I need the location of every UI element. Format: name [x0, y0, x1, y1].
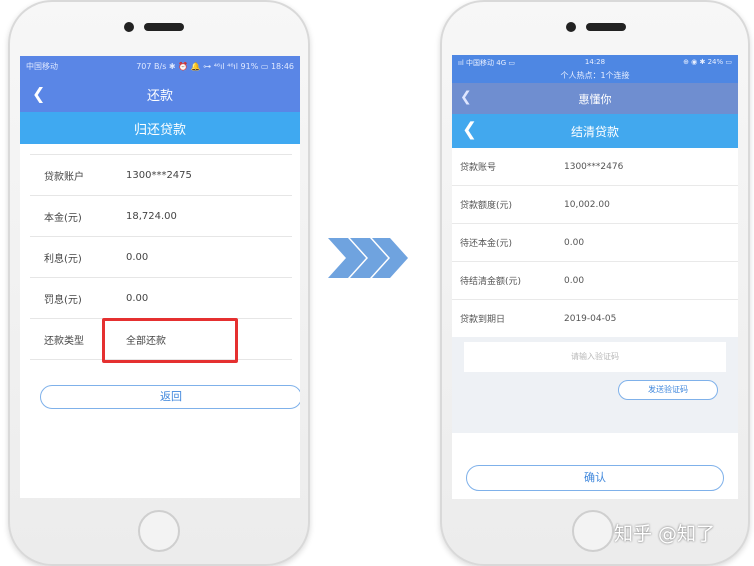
row-value: 0.00: [126, 292, 149, 304]
section-title: 结清贷款: [570, 124, 619, 139]
list-item: 贷款到期日 2019-04-05: [452, 300, 738, 338]
right-app-bar: ❮ 惠懂你: [452, 83, 738, 114]
row-label: 贷款到期日: [460, 315, 506, 325]
return-button[interactable]: 返回: [40, 385, 300, 409]
confirm-button[interactable]: 确认: [466, 465, 724, 491]
app-title: 惠懂你: [578, 92, 612, 106]
camera-dot-icon: [566, 22, 576, 32]
send-code-button[interactable]: 发送验证码: [618, 380, 718, 400]
row-value: 0.00: [564, 237, 585, 248]
list-item: 待结清金额(元) 0.00: [452, 262, 738, 300]
right-sub-bar: ❮ 结清贷款: [452, 114, 738, 148]
left-screen: 中国移动 707 B/s ✱ ⏰ 🔔 ⊶ ⁴⁶ıl ⁴⁶ıl 91% ▭ 18:…: [20, 56, 300, 498]
watermark: 知乎 @知了: [614, 523, 716, 545]
home-button[interactable]: [138, 510, 180, 552]
left-sub-bar: 归还贷款: [20, 112, 300, 144]
row-label: 罚息(元): [44, 294, 82, 306]
right-status-bar: ııl 中国移动 4G ▭ 14:28 ⊕ ◉ ✱ 24% ▭ 个人热点：1个连…: [452, 55, 738, 83]
list-item: 罚息(元) 0.00: [30, 278, 292, 319]
right-status-right: ⊕ ◉ ✱ 24% ▭: [683, 58, 732, 66]
camera-dot-icon: [124, 22, 134, 32]
row-value: 0.00: [126, 251, 149, 263]
speaker-icon: [144, 23, 184, 31]
row-label: 贷款额度(元): [460, 201, 513, 211]
right-screen: ııl 中国移动 4G ▭ 14:28 ⊕ ◉ ✱ 24% ▭ 个人热点：1个连…: [452, 55, 738, 499]
page-title: 还款: [146, 88, 173, 104]
row-value: 10,002.00: [564, 199, 610, 210]
left-app-bar: ❮ 还款: [20, 76, 300, 112]
left-status-right: 707 B/s ✱ ⏰ 🔔 ⊶ ⁴⁶ıl ⁴⁶ıl 91% ▭ 18:46: [136, 61, 294, 71]
row-value: 0.00: [564, 275, 585, 286]
list-item: 利息(元) 0.00: [30, 237, 292, 278]
back-chevron-icon[interactable]: ❮: [462, 119, 477, 140]
list-item: 贷款账户 1300***2475: [30, 155, 292, 196]
row-label: 本金(元): [44, 212, 82, 224]
row-label: 贷款账户: [44, 171, 84, 183]
row-value: 18,724.00: [126, 210, 177, 222]
left-carrier: 中国移动: [26, 61, 58, 71]
row-value: 2019-04-05: [564, 313, 617, 324]
verification-code-input[interactable]: 请输入验证码: [464, 342, 726, 372]
settlement-detail-list: 贷款账号 1300***2476 贷款额度(元) 10,002.00 待还本金(…: [452, 148, 738, 338]
row-label: 待结清金额(元): [460, 277, 522, 287]
row-label: 贷款账号: [460, 163, 497, 173]
hotspot-notice: 个人热点：1个连接: [560, 71, 630, 80]
back-chevron-icon[interactable]: ❮: [32, 84, 45, 103]
row-value: 1300***2475: [126, 169, 192, 181]
left-phone-frame: 中国移动 707 B/s ✱ ⏰ 🔔 ⊶ ⁴⁶ıl ⁴⁶ıl 91% ▭ 18:…: [8, 0, 310, 566]
left-status-bar: 中国移动 707 B/s ✱ ⏰ 🔔 ⊶ ⁴⁶ıl ⁴⁶ıl 91% ▭ 18:…: [20, 56, 300, 76]
list-item: 贷款账号 1300***2476: [452, 148, 738, 186]
home-button[interactable]: [572, 510, 614, 552]
list-item: 贷款额度(元) 10,002.00: [452, 186, 738, 224]
row-label: 待还本金(元): [460, 239, 513, 249]
list-item: 本金(元) 18,724.00: [30, 196, 292, 237]
row-label: 利息(元): [44, 253, 82, 265]
right-phone-frame: ııl 中国移动 4G ▭ 14:28 ⊕ ◉ ✱ 24% ▭ 个人热点：1个连…: [440, 0, 750, 566]
triple-chevron-right-icon: [328, 238, 408, 278]
section-title: 归还贷款: [133, 122, 186, 138]
list-item: 待还本金(元) 0.00: [452, 224, 738, 262]
back-chevron-icon[interactable]: ❮: [460, 89, 472, 105]
repayment-type-highlight-box: [102, 318, 238, 363]
speaker-icon: [586, 23, 626, 31]
row-value: 1300***2476: [564, 161, 624, 172]
